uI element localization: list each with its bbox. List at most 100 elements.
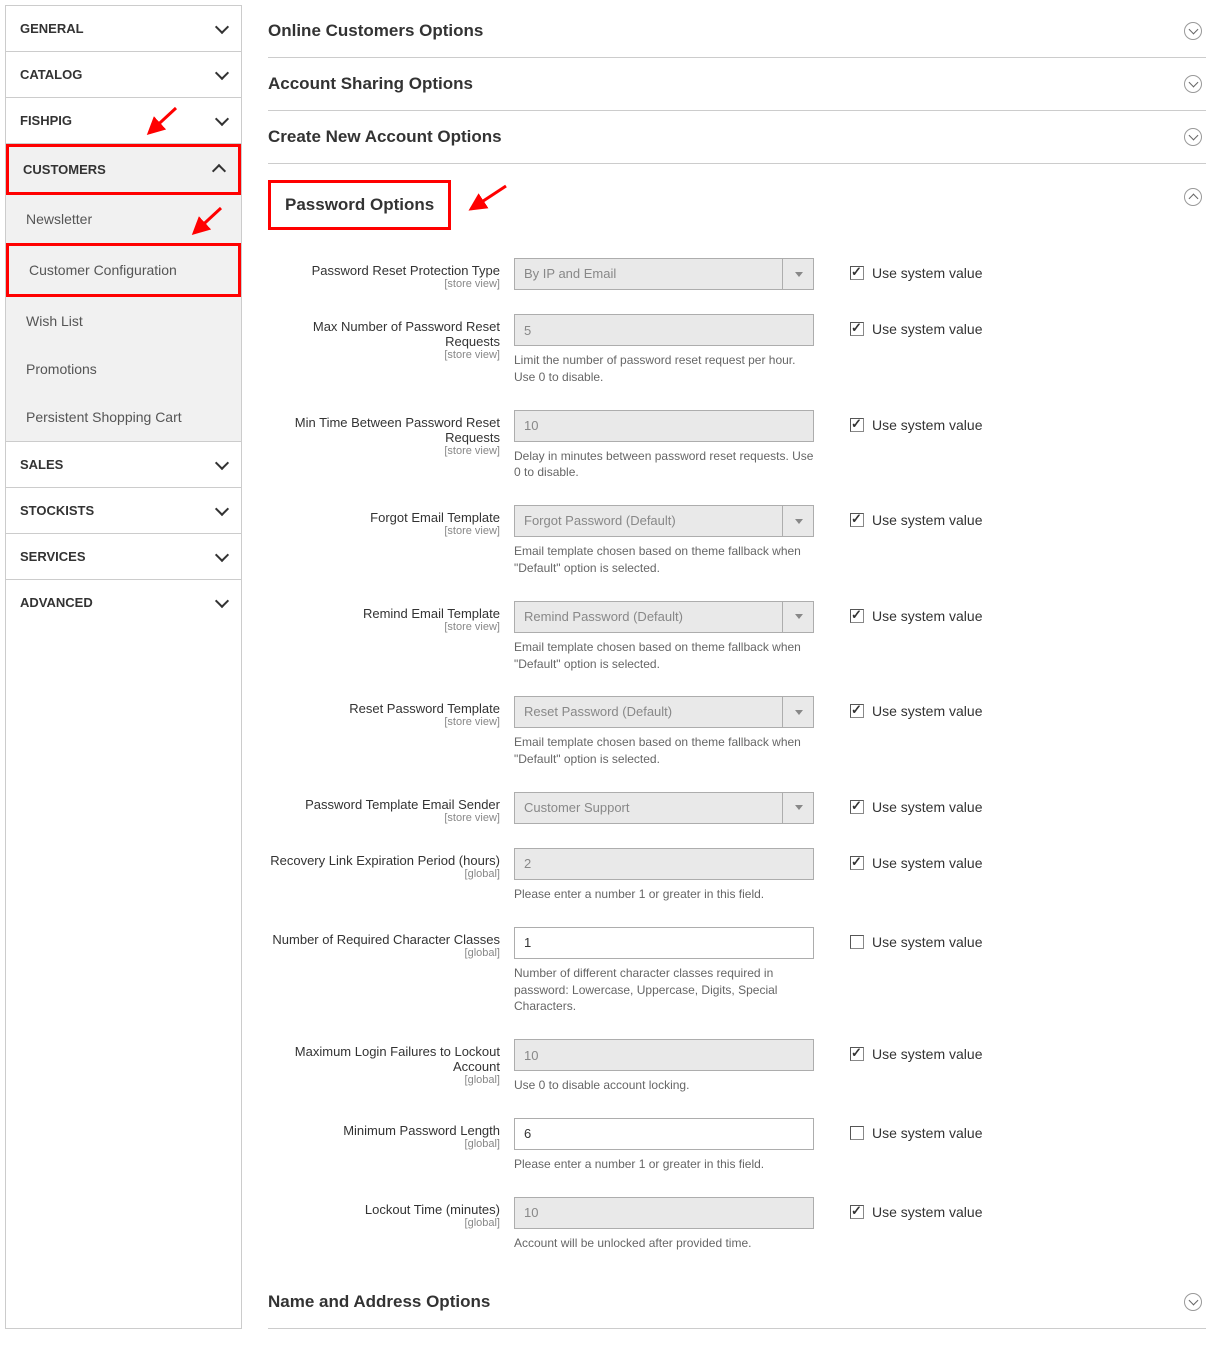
annotation-arrow-icon	[461, 181, 511, 221]
sidebar-section-advanced[interactable]: ADVANCED	[6, 580, 241, 625]
use-system-checkbox[interactable]	[850, 704, 864, 718]
recoveryExpiration-input	[514, 848, 814, 880]
field-scope: [store view]	[268, 621, 500, 633]
use-system-label: Use system value	[872, 265, 982, 281]
use-system-label: Use system value	[872, 1046, 982, 1062]
use-system-checkbox[interactable]	[850, 322, 864, 336]
field-note: Email template chosen based on theme fal…	[514, 639, 814, 673]
lockoutTime-input	[514, 1197, 814, 1229]
field-scope: [global]	[268, 947, 500, 959]
use-system-label: Use system value	[872, 417, 982, 433]
charClasses-input[interactable]	[514, 927, 814, 959]
remindTemplate-select: Remind Password (Default)	[514, 601, 814, 633]
sidebar-section-stockists[interactable]: STOCKISTS	[6, 488, 241, 533]
use-system-label: Use system value	[872, 799, 982, 815]
sidebar-section-label: CUSTOMERS	[23, 162, 106, 177]
use-system-label: Use system value	[872, 1204, 982, 1220]
field-label: Reset Password Template	[349, 701, 500, 716]
sidebar-section-label: ADVANCED	[20, 595, 93, 610]
use-system-label: Use system value	[872, 855, 982, 871]
field-note: Email template chosen based on theme fal…	[514, 543, 814, 577]
field-scope: [store view]	[268, 349, 500, 361]
use-system-checkbox[interactable]	[850, 266, 864, 280]
field-label: Remind Email Template	[363, 606, 500, 621]
section-password-options[interactable]: Password Options	[268, 164, 1206, 230]
sidebar-section-customers[interactable]: CUSTOMERS	[6, 144, 241, 195]
use-system-checkbox[interactable]	[850, 609, 864, 623]
use-system-label: Use system value	[872, 321, 982, 337]
field-note: Please enter a number 1 or greater in th…	[514, 1156, 814, 1173]
field-scope: [global]	[268, 1074, 500, 1086]
field-note: Please enter a number 1 or greater in th…	[514, 886, 814, 903]
field-label: Maximum Login Failures to Lockout Accoun…	[295, 1044, 500, 1074]
sidebar-section-label: CATALOG	[20, 67, 82, 82]
forgotTemplate-select: Forgot Password (Default)	[514, 505, 814, 537]
sidebar-section-label: GENERAL	[20, 21, 84, 36]
chevron-down-icon	[215, 547, 229, 561]
sidebar-section-catalog[interactable]: CATALOG	[6, 52, 241, 97]
field-scope: [global]	[268, 1138, 500, 1150]
sidebar-subitem-customer-configuration[interactable]: Customer Configuration	[6, 243, 241, 297]
dropdown-icon	[782, 792, 814, 824]
emailSender-select: Customer Support	[514, 792, 814, 824]
section-create-new-account[interactable]: Create New Account Options	[268, 111, 1206, 164]
use-system-label: Use system value	[872, 1125, 982, 1141]
use-system-checkbox[interactable]	[850, 1205, 864, 1219]
select-value: Customer Support	[514, 792, 814, 824]
dropdown-icon	[782, 258, 814, 290]
field-scope: [store view]	[268, 445, 500, 457]
field-scope: [store view]	[268, 278, 500, 290]
sidebar-subitem-persistent-cart[interactable]: Persistent Shopping Cart	[6, 393, 241, 441]
minLength-input[interactable]	[514, 1118, 814, 1150]
use-system-label: Use system value	[872, 512, 982, 528]
field-note: Delay in minutes between password reset …	[514, 448, 814, 482]
resetTemplate-select: Reset Password (Default)	[514, 696, 814, 728]
use-system-checkbox[interactable]	[850, 856, 864, 870]
sidebar-section-general[interactable]: GENERAL	[6, 6, 241, 51]
use-system-checkbox[interactable]	[850, 800, 864, 814]
use-system-label: Use system value	[872, 703, 982, 719]
field-label: Recovery Link Expiration Period (hours)	[270, 853, 500, 868]
chevron-down-icon	[215, 65, 229, 79]
section-account-sharing[interactable]: Account Sharing Options	[268, 58, 1206, 111]
use-system-checkbox[interactable]	[850, 513, 864, 527]
dropdown-icon	[782, 601, 814, 633]
use-system-label: Use system value	[872, 608, 982, 624]
field-scope: [store view]	[268, 716, 500, 728]
use-system-checkbox[interactable]	[850, 1047, 864, 1061]
section-title: Name and Address Options	[268, 1292, 490, 1312]
sidebar-section-label: SALES	[20, 457, 63, 472]
field-note: Limit the number of password reset reque…	[514, 352, 814, 386]
sidebar-section-fishpig[interactable]: FISHPIG	[6, 98, 241, 143]
section-title: Create New Account Options	[268, 127, 502, 147]
field-label: Forgot Email Template	[370, 510, 500, 525]
field-note: Number of different character classes re…	[514, 965, 814, 1015]
field-label: Password Template Email Sender	[305, 797, 500, 812]
chevron-down-icon	[215, 19, 229, 33]
section-name-address[interactable]: Name and Address Options	[268, 1276, 1206, 1329]
select-value: Remind Password (Default)	[514, 601, 814, 633]
sidebar-section-services[interactable]: SERVICES	[6, 534, 241, 579]
select-value: By IP and Email	[514, 258, 814, 290]
section-online-customers[interactable]: Online Customers Options	[268, 5, 1206, 58]
field-label: Lockout Time (minutes)	[365, 1202, 500, 1217]
field-scope: [store view]	[268, 812, 500, 824]
chevron-down-icon	[215, 593, 229, 607]
use-system-checkbox[interactable]	[850, 935, 864, 949]
use-system-checkbox[interactable]	[850, 418, 864, 432]
sidebar: GENERAL CATALOG FISHPIG CUSTOMERS	[5, 5, 242, 1329]
field-note: Account will be unlocked after provided …	[514, 1235, 814, 1252]
use-system-checkbox[interactable]	[850, 1126, 864, 1140]
select-value: Forgot Password (Default)	[514, 505, 814, 537]
expand-icon	[1184, 75, 1202, 93]
lockoutFailures-input	[514, 1039, 814, 1071]
sidebar-subitem-newsletter[interactable]: Newsletter	[6, 195, 241, 243]
resetProtection-select: By IP and Email	[514, 258, 814, 290]
sidebar-subitem-wishlist[interactable]: Wish List	[6, 297, 241, 345]
chevron-down-icon	[215, 455, 229, 469]
sidebar-subitem-promotions[interactable]: Promotions	[6, 345, 241, 393]
sidebar-section-sales[interactable]: SALES	[6, 442, 241, 487]
field-note: Email template chosen based on theme fal…	[514, 734, 814, 768]
dropdown-icon	[782, 696, 814, 728]
field-label: Minimum Password Length	[343, 1123, 500, 1138]
